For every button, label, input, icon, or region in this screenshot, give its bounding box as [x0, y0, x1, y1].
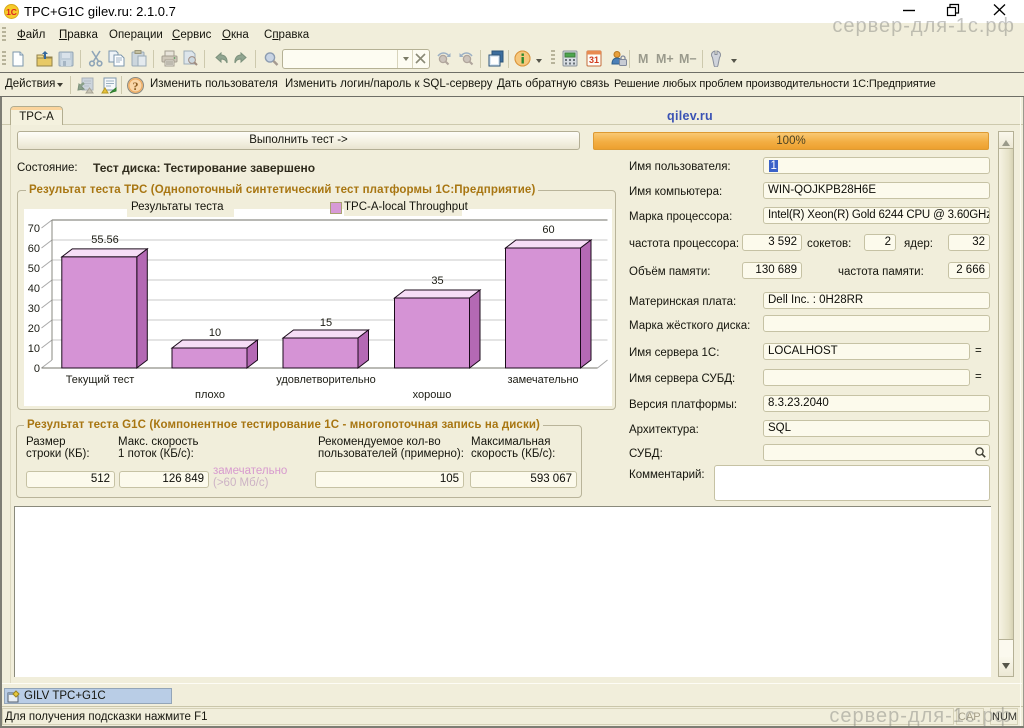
svg-text:плохо: плохо	[195, 389, 225, 401]
svg-text:20: 20	[28, 323, 40, 335]
svg-text:15: 15	[320, 317, 332, 329]
svg-text:50: 50	[28, 263, 40, 275]
svg-text:60: 60	[542, 224, 554, 236]
svg-text:10: 10	[209, 327, 221, 339]
svg-text:55.56: 55.56	[91, 234, 119, 246]
svg-text:35: 35	[431, 275, 443, 287]
svg-text:40: 40	[28, 283, 40, 295]
svg-text:31: 31	[589, 55, 599, 65]
svg-text:30: 30	[28, 303, 40, 315]
svg-text:1C: 1C	[6, 7, 17, 17]
svg-text:0: 0	[34, 363, 40, 375]
svg-text:хорошо: хорошо	[413, 389, 452, 401]
svg-text:удовлетворительно: удовлетворительно	[276, 374, 376, 386]
svg-text:10: 10	[28, 343, 40, 355]
svg-text:70: 70	[28, 223, 40, 235]
svg-text:60: 60	[28, 243, 40, 255]
svg-text:Текущий тест: Текущий тест	[66, 374, 135, 386]
svg-text:замечательно: замечательно	[507, 374, 578, 386]
svg-text:?: ?	[133, 79, 139, 93]
